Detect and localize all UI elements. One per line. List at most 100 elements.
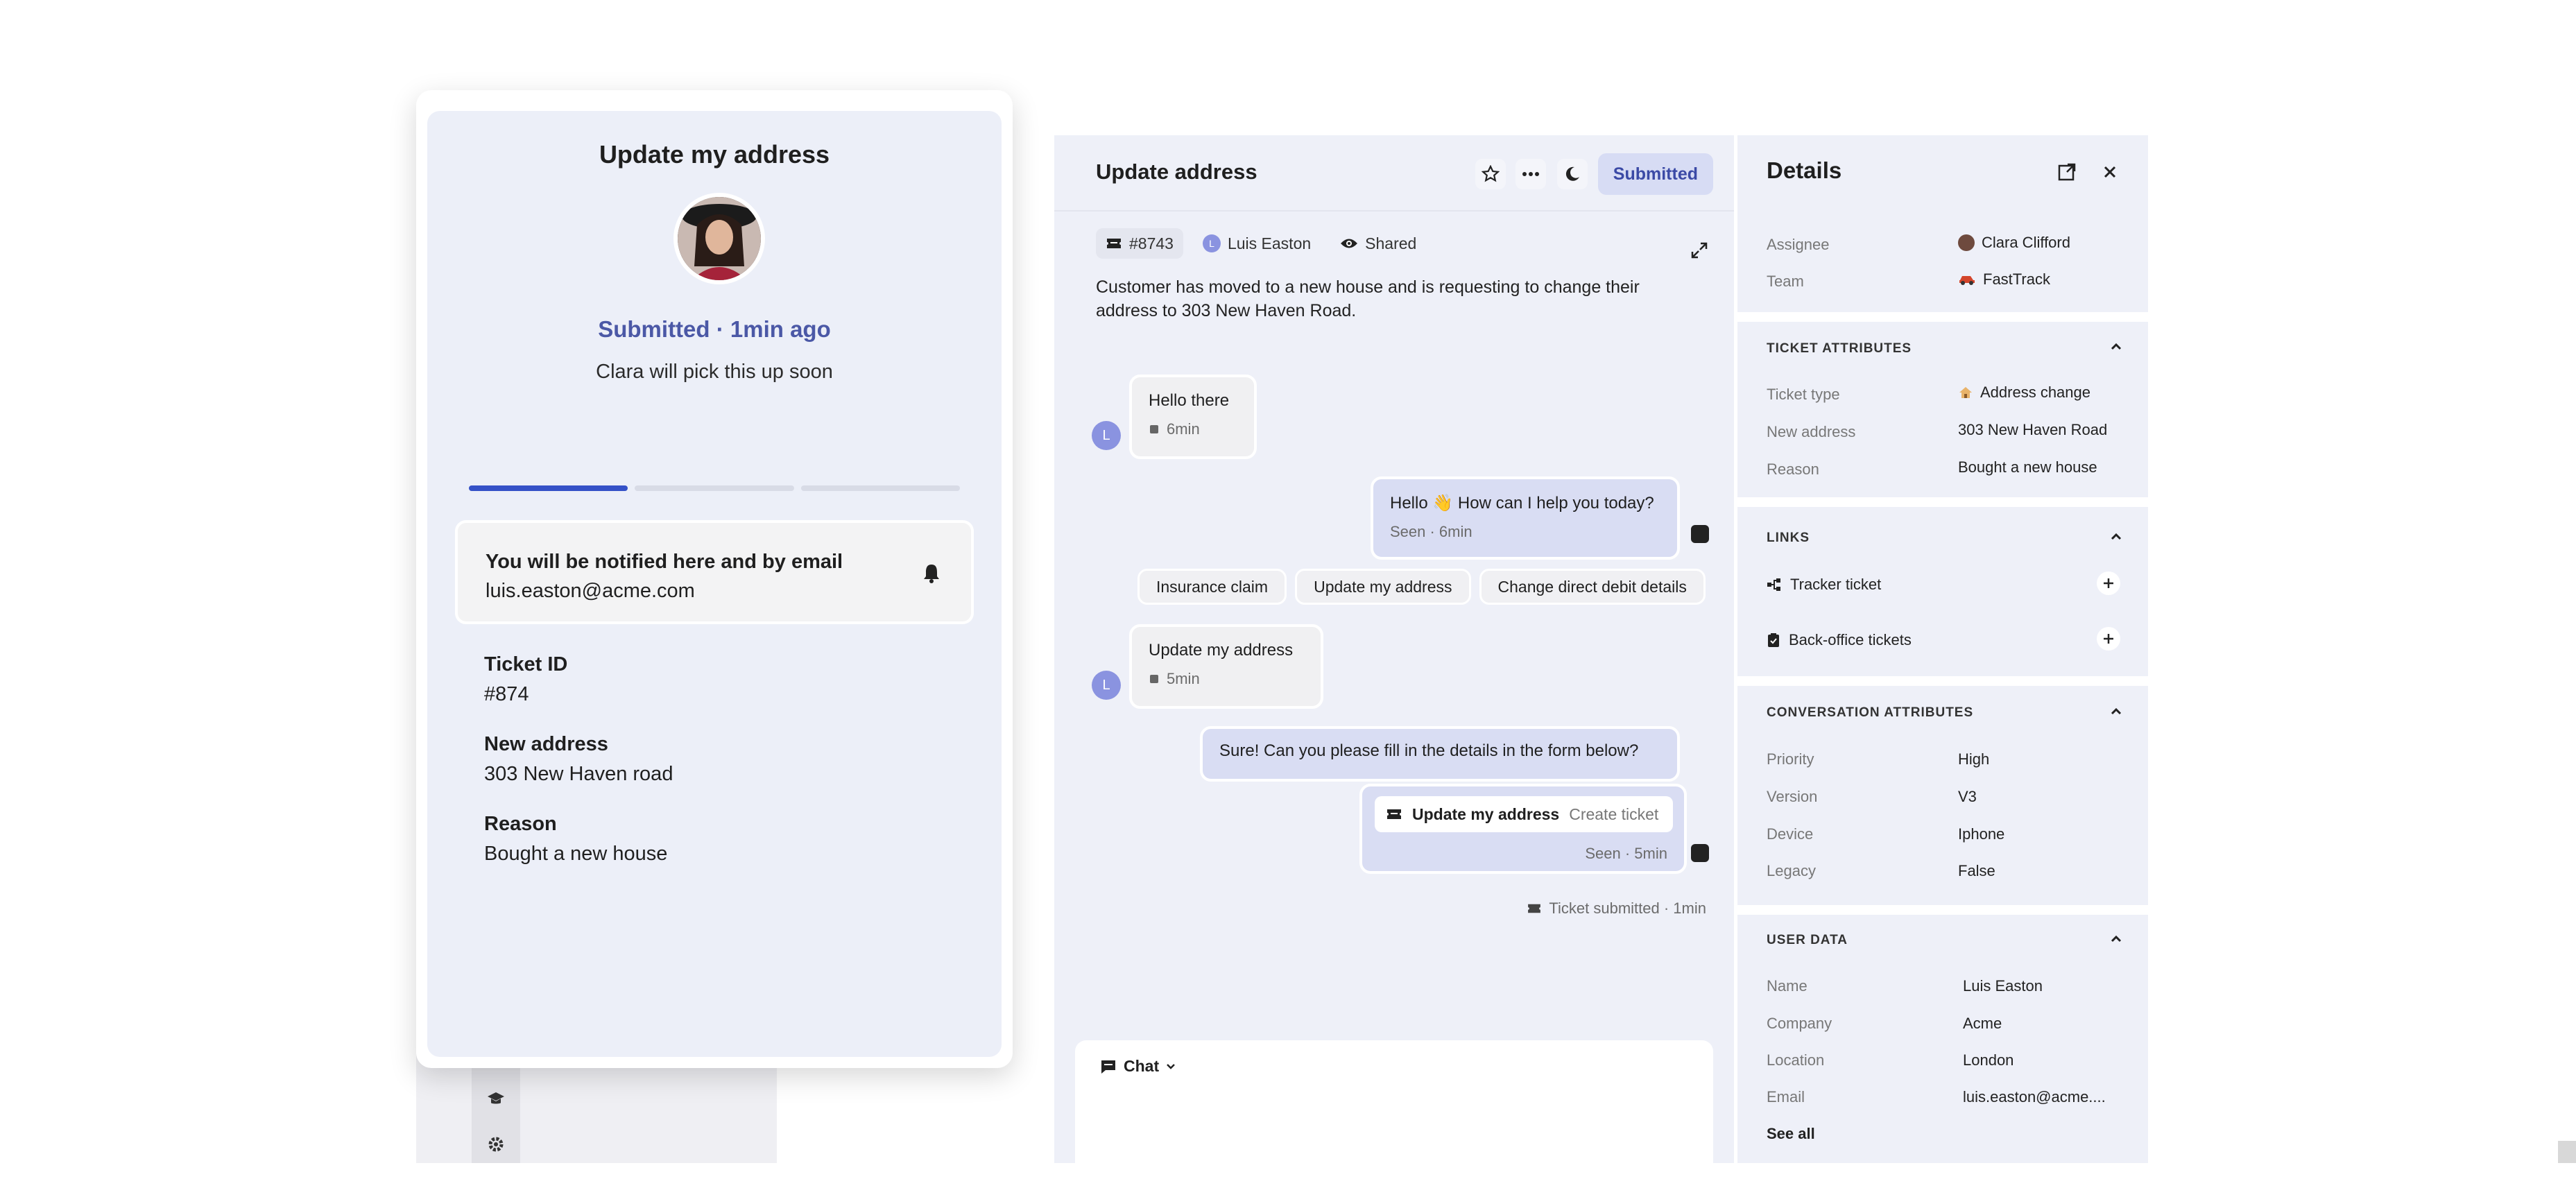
house-icon xyxy=(1958,386,1973,399)
academy-icon[interactable] xyxy=(486,1089,506,1110)
visibility-label: Shared xyxy=(1365,234,1417,252)
messenger-body: Update my address Submitted · 1min ago C… xyxy=(427,111,1002,1057)
message-text: Update my address xyxy=(1149,641,1294,660)
details-panel: Details Assignee Clara Clifford Team Fas… xyxy=(1737,135,2148,1163)
seen-icon xyxy=(1150,425,1158,433)
chevron-up-icon[interactable] xyxy=(2109,707,2123,721)
star-icon[interactable] xyxy=(1475,159,1506,189)
message-outgoing: Hello 👋 How can I help you today? Seen ·… xyxy=(1371,476,1680,560)
section-divider xyxy=(1737,497,2148,507)
details-title: Details xyxy=(1767,157,1842,183)
ticket-number-tag[interactable]: #8743 xyxy=(1096,228,1183,259)
ticket-icon xyxy=(1528,904,1541,913)
plus-icon xyxy=(2104,634,2113,644)
snooze-moon-icon[interactable] xyxy=(1557,159,1588,189)
message-meta: Seen · 6min xyxy=(1390,523,1472,540)
more-options-icon[interactable] xyxy=(1515,159,1546,189)
attr-value[interactable]: Bought a new house xyxy=(1958,458,2097,476)
links-title[interactable]: LINKS xyxy=(1767,531,1810,546)
customer-tag[interactable]: L Luis Easton xyxy=(1193,228,1321,259)
user-label: Location xyxy=(1767,1051,1825,1069)
seen-icon xyxy=(1150,675,1158,683)
user-value[interactable]: Acme xyxy=(1963,1015,2002,1033)
field-new-address: New address 303 New Haven road xyxy=(484,733,673,786)
team-name: FastTrack xyxy=(1983,270,2050,288)
visibility-tag[interactable]: Shared xyxy=(1330,228,1426,259)
see-all-link[interactable]: See all xyxy=(1767,1125,1815,1143)
field-ticket-id: Ticket ID #874 xyxy=(484,653,567,706)
add-back-office-ticket-button[interactable] xyxy=(2097,627,2120,651)
status-badge[interactable]: Submitted xyxy=(1597,153,1713,195)
user-data-title[interactable]: USER DATA xyxy=(1767,933,1848,948)
message-meta: 6min xyxy=(1149,420,1237,438)
ticket-form-card[interactable]: Update my address Create ticket Seen · 5… xyxy=(1359,784,1687,874)
quick-reply-chip[interactable]: Change direct debit details xyxy=(1479,569,1706,605)
assignee-name: Clara Clifford xyxy=(1982,234,2070,251)
progress-step-3 xyxy=(800,485,960,491)
field-value: Bought a new house xyxy=(484,843,668,865)
clipboard-icon xyxy=(1768,633,1779,647)
chevron-up-icon[interactable] xyxy=(2109,342,2123,356)
attr-label: Ticket type xyxy=(1767,386,1840,403)
attr-label: Legacy xyxy=(1767,862,1816,879)
attr-label: Version xyxy=(1767,788,1818,805)
conversation-header: Update address Submitted xyxy=(1054,135,1734,212)
team-value[interactable]: FastTrack xyxy=(1958,270,2050,289)
scroll-corner xyxy=(2558,1141,2576,1163)
car-icon xyxy=(1958,274,1976,285)
bot-icon xyxy=(1691,525,1709,543)
event-text: Ticket submitted · 1min xyxy=(1549,900,1706,917)
progress-step-2 xyxy=(635,485,794,491)
customer-name: Luis Easton xyxy=(1227,234,1312,252)
message-meta: 5min xyxy=(1149,670,1304,688)
attr-value[interactable]: False xyxy=(1958,862,1995,880)
message-text: Hello 👋 How can I help you today? xyxy=(1390,494,1654,513)
ticket-form-meta: Seen · 5min xyxy=(1585,845,1667,862)
chevron-down-icon xyxy=(1167,1063,1176,1069)
section-divider xyxy=(1737,905,2148,915)
message-incoming: Update my address 5min xyxy=(1129,624,1323,709)
quick-reply-chip[interactable]: Insurance claim xyxy=(1137,569,1287,605)
user-value[interactable]: London xyxy=(1963,1051,2013,1069)
reply-composer[interactable]: Chat xyxy=(1075,1040,1713,1179)
close-icon[interactable] xyxy=(2100,162,2122,184)
attr-label: Device xyxy=(1767,825,1814,843)
attr-value[interactable]: Address change xyxy=(1958,384,2090,402)
user-value[interactable]: luis.easton@acme.... xyxy=(1963,1088,2106,1106)
assignee-value[interactable]: Clara Clifford xyxy=(1958,234,2070,252)
link-tracker-ticket[interactable]: Tracker ticket xyxy=(1767,576,1881,594)
attr-value[interactable]: 303 New Haven Road xyxy=(1958,421,2107,439)
attr-value[interactable]: High xyxy=(1958,750,1989,768)
link-back-office-tickets[interactable]: Back-office tickets xyxy=(1767,631,1912,649)
chevron-up-icon[interactable] xyxy=(2109,532,2123,546)
create-ticket-label: Create ticket xyxy=(1569,804,1659,823)
ticket-attributes-title[interactable]: TICKET ATTRIBUTES xyxy=(1767,341,1912,356)
team-label: Team xyxy=(1767,273,1804,290)
field-label: Reason xyxy=(484,813,557,835)
attr-label: New address xyxy=(1767,423,1856,440)
attr-value[interactable]: Iphone xyxy=(1958,825,2004,843)
add-tracker-ticket-button[interactable] xyxy=(2097,571,2120,595)
section-divider xyxy=(1737,312,2148,322)
message-text: Hello there xyxy=(1149,391,1230,410)
details-header: Details xyxy=(1737,135,2148,205)
composer-mode-dropdown[interactable]: Chat xyxy=(1100,1057,1176,1076)
field-value: #874 xyxy=(484,683,529,705)
bell-icon[interactable] xyxy=(920,562,943,585)
ticket-icon xyxy=(1107,239,1121,248)
expand-icon[interactable] xyxy=(1690,241,1712,263)
section-divider xyxy=(1737,676,2148,686)
attr-value[interactable]: V3 xyxy=(1958,788,1977,806)
ticket-form-row[interactable]: Update my address Create ticket xyxy=(1375,796,1673,832)
ticket-status-subtitle: Clara will pick this up soon xyxy=(596,361,833,383)
progress-step-1 xyxy=(469,485,628,491)
open-external-icon[interactable] xyxy=(2056,162,2079,184)
user-value[interactable]: Luis Easton xyxy=(1963,977,2043,995)
conversation-attributes-title[interactable]: CONVERSATION ATTRIBUTES xyxy=(1767,705,1973,721)
quick-replies: Insurance claim Update my address Change… xyxy=(1137,569,1706,605)
quick-reply-chip[interactable]: Update my address xyxy=(1295,569,1471,605)
chevron-up-icon[interactable] xyxy=(2109,934,2123,948)
settings-gear-icon[interactable] xyxy=(486,1134,506,1155)
attr-label: Priority xyxy=(1767,750,1814,768)
message-incoming: Hello there 6min xyxy=(1129,375,1257,459)
